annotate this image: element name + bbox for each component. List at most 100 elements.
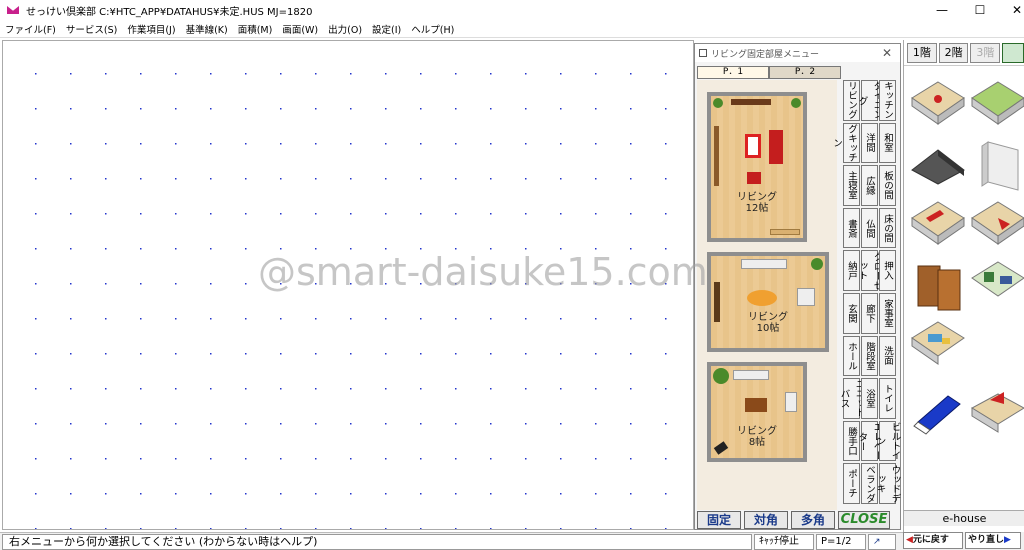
grid-dot xyxy=(665,178,667,180)
menu-screen[interactable]: 画面(W) xyxy=(277,22,323,36)
grid-dot xyxy=(315,493,317,495)
undo-icon: ◀ xyxy=(906,535,913,545)
grid-dot xyxy=(665,213,667,215)
category-button[interactable]: ウッドデッキ xyxy=(875,463,901,504)
diagonal-button[interactable]: 対角 xyxy=(744,511,788,529)
stairs-tool-icon[interactable] xyxy=(908,196,968,256)
floor-1-button[interactable]: 1階 xyxy=(907,42,937,63)
category-button[interactable]: ユニットバス xyxy=(839,378,865,419)
fixed-button[interactable]: 固定 xyxy=(697,511,741,529)
close-icon[interactable]: ✕ xyxy=(1000,0,1024,20)
category-button[interactable]: ダイニングキッチン xyxy=(831,122,872,164)
panel-close-icon[interactable]: ✕ xyxy=(882,46,892,60)
grid-dot xyxy=(385,458,387,460)
grid-dot xyxy=(420,423,422,425)
category-button[interactable]: ビルトイン xyxy=(875,420,901,462)
menu-settings[interactable]: 設定(I) xyxy=(367,22,406,36)
grid-dot xyxy=(175,353,177,355)
maximize-icon[interactable]: ☐ xyxy=(963,0,997,20)
grid-dot xyxy=(630,178,632,180)
category-button[interactable]: 和室 xyxy=(879,122,896,164)
category-button[interactable]: ホール xyxy=(843,335,860,377)
grid-dot xyxy=(245,318,247,320)
opening-tool-icon[interactable] xyxy=(968,196,1024,256)
grid-dot xyxy=(420,388,422,390)
furniture-tool-icon[interactable] xyxy=(908,316,968,376)
layers-icon[interactable] xyxy=(1002,42,1024,63)
plant-icon xyxy=(811,258,823,270)
room-plan-12[interactable]: リビング 12帖 xyxy=(707,92,807,242)
grid-dot xyxy=(175,108,177,110)
category-button[interactable]: 玄関 xyxy=(843,293,860,334)
grid-dot xyxy=(105,353,107,355)
grid-dot xyxy=(420,213,422,215)
grid-dot xyxy=(175,528,177,529)
menu-service[interactable]: サービス(S) xyxy=(61,22,122,36)
grid-dot xyxy=(70,73,72,75)
tab-page-1[interactable]: P．1 xyxy=(697,66,769,79)
category-button[interactable]: 押入 xyxy=(879,250,896,291)
cursor-mode-icon[interactable]: ↗ xyxy=(868,533,896,550)
grid-dot xyxy=(70,213,72,215)
grid-dot xyxy=(210,248,212,250)
category-button[interactable]: 浴室 xyxy=(861,378,878,419)
grid-dot xyxy=(210,318,212,320)
category-button[interactable]: 床の間 xyxy=(879,207,896,249)
menu-file[interactable]: ファイル(F) xyxy=(0,22,61,36)
tatami-tool-icon[interactable] xyxy=(968,76,1024,136)
grid-dot xyxy=(175,178,177,180)
grid-dot xyxy=(315,178,317,180)
category-button[interactable]: 廊下 xyxy=(861,293,878,334)
menu-work-item[interactable]: 作業項目(J) xyxy=(122,22,180,36)
snap-status[interactable]: ｷｬｯﾁ停止 xyxy=(754,533,814,550)
menu-baseline[interactable]: 基準線(K) xyxy=(181,22,233,36)
grid-dot xyxy=(455,108,457,110)
category-button[interactable]: 洗面 xyxy=(879,335,896,377)
undo-button[interactable]: ◀元に戻す xyxy=(903,532,963,549)
menu-area[interactable]: 面積(M) xyxy=(233,22,278,36)
minimize-icon[interactable]: — xyxy=(925,0,959,20)
redo-button[interactable]: やり直し▶ xyxy=(965,532,1021,549)
grid-dot xyxy=(525,108,527,110)
room-tool-icon[interactable] xyxy=(908,76,968,136)
roof-tool-icon[interactable] xyxy=(908,136,968,196)
tab-page-2[interactable]: P．2 xyxy=(769,66,841,79)
drawing-canvas[interactable] xyxy=(2,40,694,530)
menu-help[interactable]: ヘルプ(H) xyxy=(406,22,459,36)
floor-2-button[interactable]: 2階 xyxy=(938,42,969,63)
category-button[interactable]: 仏間 xyxy=(861,207,878,249)
polygon-button[interactable]: 多角 xyxy=(791,511,835,529)
room-plan-10[interactable]: リビング 10帖 xyxy=(707,252,829,352)
category-button[interactable]: 階段室 xyxy=(861,335,878,377)
grid-dot xyxy=(455,143,457,145)
interior-tool-icon[interactable] xyxy=(968,256,1024,316)
category-button[interactable]: ポーチ xyxy=(843,463,860,504)
category-button[interactable]: 主寝室 xyxy=(843,165,860,206)
menu-output[interactable]: 出力(O) xyxy=(323,22,367,36)
category-button[interactable]: ダイニング xyxy=(857,80,883,121)
category-button[interactable]: クローゼット xyxy=(857,250,883,291)
room-plan-8[interactable]: リビング 8帖 xyxy=(707,362,807,462)
grid-dot xyxy=(525,388,527,390)
category-button[interactable]: キッチン xyxy=(879,80,896,121)
category-button[interactable]: 板の間 xyxy=(879,165,896,206)
grid-dot xyxy=(490,108,492,110)
grid-dot xyxy=(350,318,352,320)
floor-3-button[interactable]: 3階 xyxy=(970,42,1001,63)
grid-dot xyxy=(350,178,352,180)
category-button[interactable]: 書斎 xyxy=(843,207,860,249)
sofa-icon xyxy=(741,259,787,269)
grid-dot xyxy=(210,493,212,495)
erase-tool-icon[interactable] xyxy=(908,380,968,440)
measure-tool-icon[interactable] xyxy=(968,380,1024,440)
grid-dot xyxy=(490,423,492,425)
close-button[interactable]: CLOSE xyxy=(838,511,890,529)
wall-tool-icon[interactable] xyxy=(968,136,1024,196)
category-button[interactable]: 洋間 xyxy=(861,122,878,164)
grid-dot xyxy=(315,423,317,425)
category-button[interactable]: 広縁 xyxy=(861,165,878,206)
door-tool-icon[interactable] xyxy=(908,256,968,316)
redo-icon: ▶ xyxy=(1004,535,1011,545)
category-button[interactable]: トイレ xyxy=(879,378,896,419)
category-button[interactable]: 家事室 xyxy=(879,293,896,334)
